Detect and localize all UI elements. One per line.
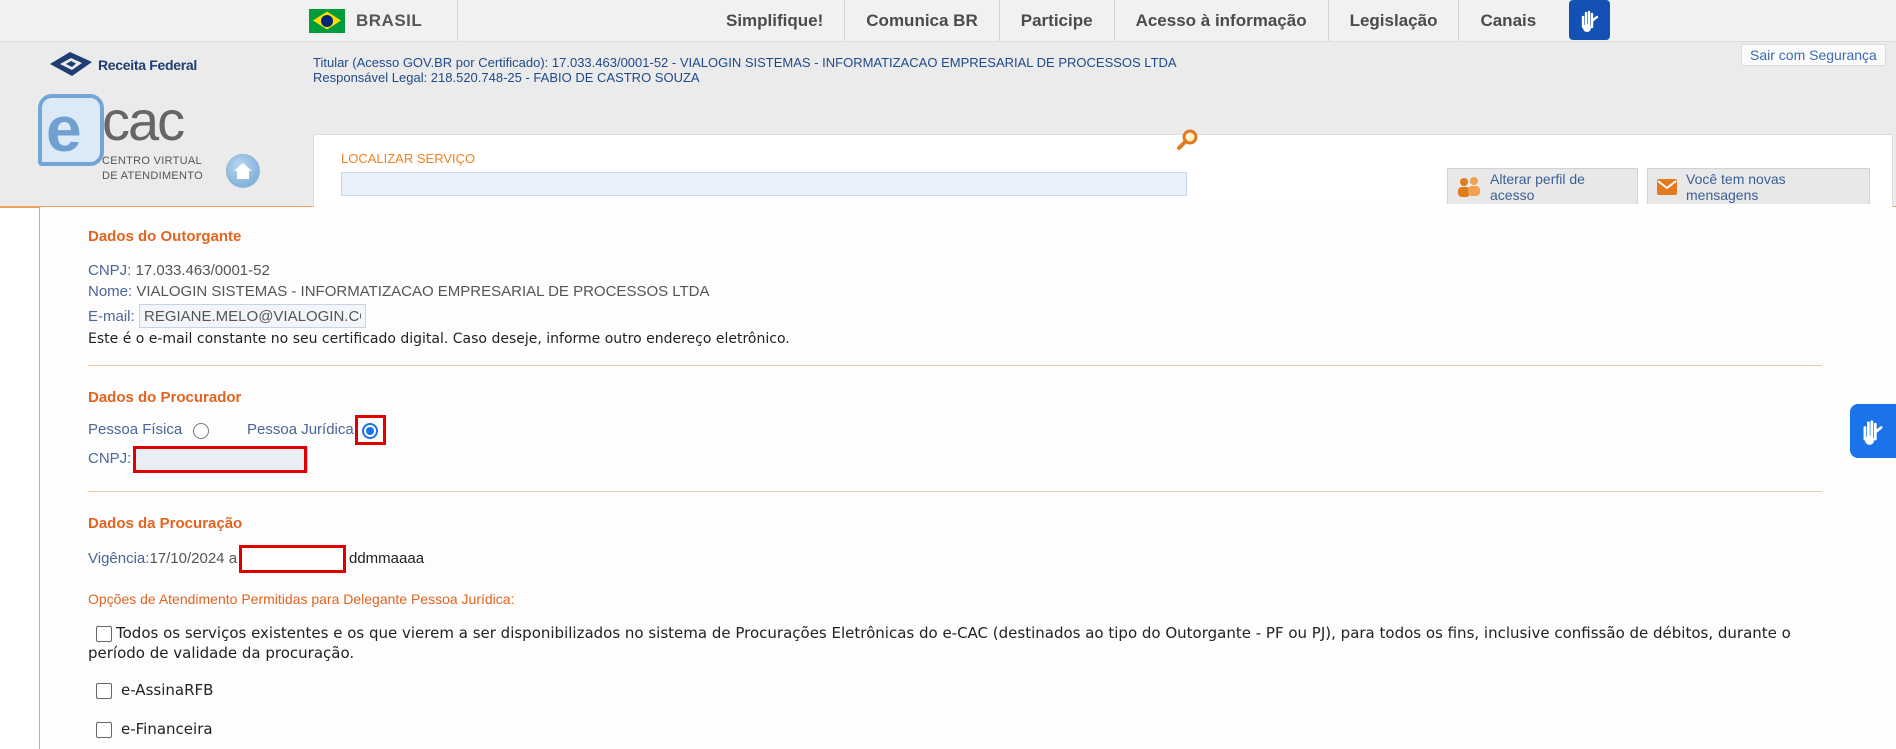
brasil-link[interactable]: BRASIL: [309, 0, 458, 41]
opcoes-label: Opções de Atendimento Permitidas para De…: [88, 591, 515, 607]
main-content: Dados do Outorgante CNPJ: 17.033.463/000…: [39, 207, 1896, 749]
nav-participe[interactable]: Participe: [998, 0, 1114, 41]
outorgante-nome: Nome: VIALOGIN SISTEMAS - INFORMATIZACAO…: [88, 283, 710, 300]
envelope-icon: [1656, 178, 1678, 196]
sign-language-icon[interactable]: [1569, 0, 1610, 40]
search-input[interactable]: [341, 172, 1187, 196]
e-financeira-label: e-Financeira: [121, 720, 213, 738]
e-assinarfb-checkbox[interactable]: [96, 683, 112, 699]
email-note: Este é o e-mail constante no seu certifi…: [88, 331, 790, 347]
receita-federal-logo: Receita Federal: [48, 50, 197, 80]
highlight-box: [355, 415, 386, 445]
e-financeira-checkbox[interactable]: [96, 722, 112, 738]
messages-button[interactable]: Você tem novas mensagens: [1647, 168, 1870, 204]
highlight-box: [239, 545, 346, 573]
nav-acesso-informacao[interactable]: Acesso à informação: [1113, 0, 1328, 41]
section-divider: [88, 365, 1822, 366]
titular-line: Titular (Acesso GOV.BR por Certificado):…: [313, 55, 1177, 70]
e-assinarfb-label: e-AssinaRFB: [121, 681, 214, 699]
pessoa-fisica-radio[interactable]: [193, 423, 209, 439]
pessoa-juridica-label: Pessoa Jurídica: [247, 421, 354, 438]
all-services-label: Todos os serviços existentes e os que vi…: [88, 624, 1791, 662]
search-label: LOCALIZAR SERVIÇO: [341, 151, 476, 166]
outorgante-title: Dados do Outorgante: [88, 228, 242, 245]
search-icon[interactable]: [1176, 128, 1200, 152]
nav-simplifique[interactable]: Simplifique!: [705, 0, 844, 41]
responsavel-line: Responsável Legal: 218.520.748-25 - FABI…: [313, 70, 700, 85]
govbr-bar: BRASIL Simplifique! Comunica BR Particip…: [0, 0, 1896, 42]
receita-federal-icon: [50, 52, 92, 76]
receita-federal-label: Receita Federal: [98, 57, 197, 73]
procurador-title: Dados do Procurador: [88, 389, 242, 406]
govbr-nav: Simplifique! Comunica BR Participe Acess…: [705, 0, 1557, 41]
outorgante-cnpj: CNPJ: 17.033.463/0001-52: [88, 262, 270, 279]
change-profile-button[interactable]: Alterar perfil de acesso: [1447, 168, 1638, 204]
ecac-logo[interactable]: e cac Centro Virtual de Atendimento: [38, 89, 206, 194]
ecac-subtitle: Centro Virtual de Atendimento: [102, 155, 203, 182]
date-hint: ddmmaaaa: [349, 550, 425, 567]
ecac-e-mark: e: [38, 93, 104, 166]
procurador-cnpj-label: CNPJ:: [88, 450, 132, 467]
pessoa-fisica-label: Pessoa Física: [88, 421, 183, 438]
brazil-flag-icon: [309, 8, 345, 33]
highlight-box: [133, 446, 307, 473]
nav-canais[interactable]: Canais: [1458, 0, 1557, 41]
home-icon[interactable]: [226, 154, 260, 188]
brasil-label: BRASIL: [356, 10, 423, 30]
logout-button[interactable]: Sair com Segurança: [1741, 44, 1886, 66]
change-profile-label: Alterar perfil de acesso: [1490, 170, 1585, 203]
procuracao-title: Dados da Procuração: [88, 515, 243, 532]
ecac-wordmark: cac: [102, 89, 185, 152]
section-divider: [88, 491, 1822, 492]
email-label: E-mail:: [88, 308, 135, 325]
nav-legislacao[interactable]: Legislação: [1327, 0, 1459, 41]
vigencia-row: Vigência:17/10/2024 a: [88, 550, 238, 567]
messages-label: Você tem novas mensagens: [1686, 170, 1786, 203]
people-icon: [1456, 176, 1482, 198]
email-field[interactable]: [139, 304, 366, 328]
sign-language-widget-icon[interactable]: [1850, 404, 1896, 458]
nav-comunica-br[interactable]: Comunica BR: [844, 0, 998, 41]
titular-info: Titular (Acesso GOV.BR por Certificado):…: [313, 55, 1177, 85]
